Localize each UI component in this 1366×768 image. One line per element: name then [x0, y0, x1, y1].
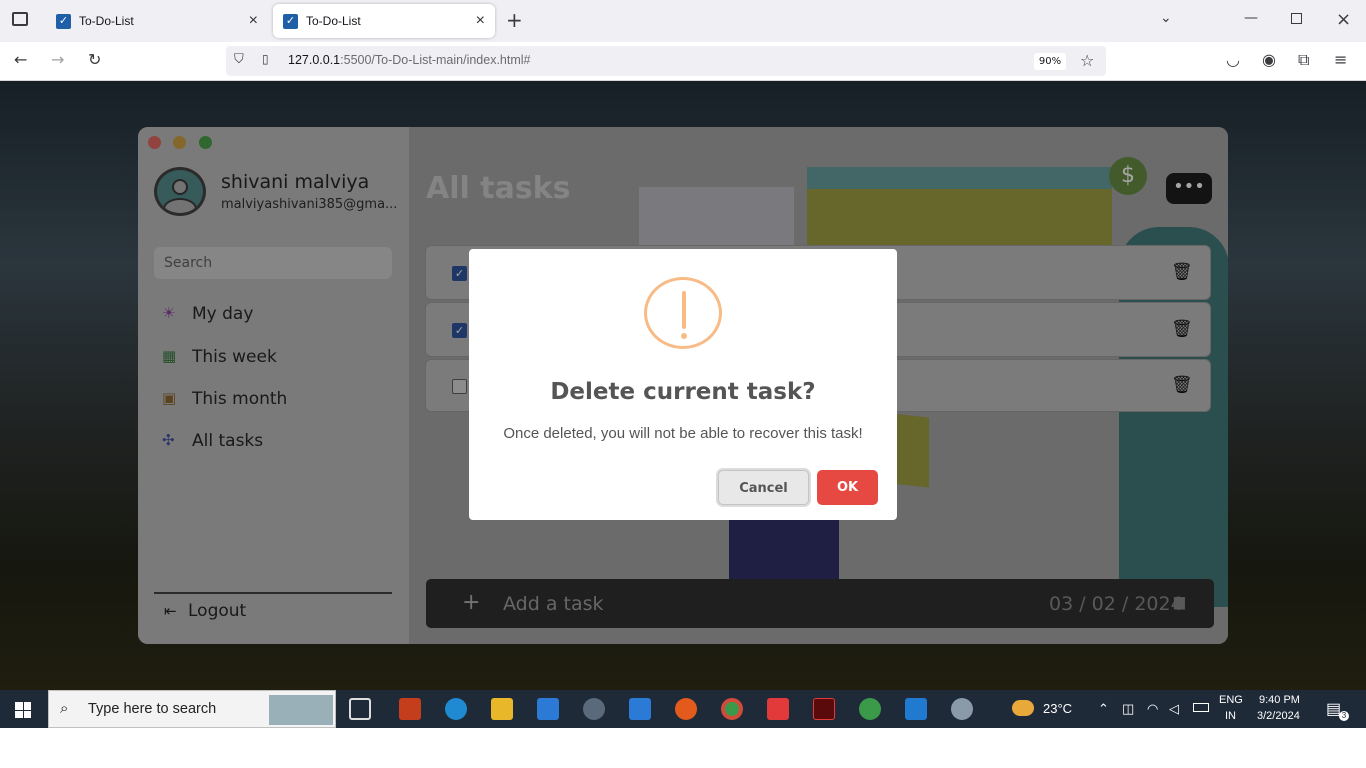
- close-window-icon[interactable]: ×: [1336, 9, 1351, 30]
- ok-button[interactable]: OK: [817, 470, 878, 505]
- new-tab-button[interactable]: +: [506, 8, 523, 32]
- meet-icon[interactable]: ◫: [1122, 701, 1134, 717]
- dialog-title: Delete current task?: [550, 379, 816, 405]
- battery-icon[interactable]: [1193, 703, 1209, 712]
- chrome-icon[interactable]: [721, 698, 743, 720]
- windows-taskbar: ⌕ Type here to search 23°C ⌃ ◫ ◠ ◁ ENG I…: [0, 690, 1366, 728]
- weather-temperature[interactable]: 23°C: [1043, 701, 1072, 716]
- file-explorer-icon[interactable]: [491, 698, 513, 720]
- address-bar[interactable]: ⛉ ▯ 127.0.0.1:5500/To-Do-List-main/index…: [226, 46, 1106, 76]
- reload-icon[interactable]: ↻: [88, 50, 101, 69]
- close-tab-icon[interactable]: ×: [476, 12, 485, 30]
- vscode-icon[interactable]: [905, 698, 927, 720]
- extensions-icon[interactable]: ⧉: [1298, 50, 1309, 70]
- dialog-text: Once deleted, you will not be able to re…: [503, 425, 863, 442]
- clock-time[interactable]: 9:40 PM: [1259, 694, 1300, 706]
- clock-date[interactable]: 3/2/2024: [1257, 710, 1300, 722]
- menu-hamburger-icon[interactable]: ≡: [1334, 50, 1347, 69]
- search-highlight-image: [269, 695, 333, 725]
- pocket-icon[interactable]: ◡: [1226, 50, 1240, 69]
- restore-icon[interactable]: [1291, 13, 1302, 24]
- cancel-button[interactable]: Cancel: [718, 470, 809, 505]
- paint-icon[interactable]: [951, 698, 973, 720]
- delete-confirm-dialog: Delete current task? Once deleted, you w…: [469, 249, 897, 520]
- camera-app-icon[interactable]: [583, 698, 605, 720]
- anydesk-icon[interactable]: [767, 698, 789, 720]
- warning-icon: [644, 277, 722, 349]
- bookmark-star-icon[interactable]: ☆: [1080, 51, 1094, 70]
- todo-favicon-icon: ✓: [283, 13, 298, 29]
- tab-title: To-Do-List: [79, 14, 134, 28]
- powerpoint-icon[interactable]: [399, 698, 421, 720]
- url-host: 127.0.0.1: [288, 53, 341, 67]
- weather-icon[interactable]: [1012, 700, 1034, 716]
- back-arrow-icon[interactable]: ←: [14, 50, 27, 69]
- page-icon: ▯: [262, 52, 269, 66]
- taskbar-search-placeholder: Type here to search: [88, 701, 217, 717]
- tab-overflow-chevron-icon[interactable]: ⌄: [1160, 10, 1172, 26]
- forward-arrow-icon[interactable]: →: [51, 50, 64, 69]
- language-region[interactable]: IN: [1225, 710, 1236, 722]
- firefox-icon[interactable]: [675, 698, 697, 720]
- tab-title: To-Do-List: [306, 14, 361, 28]
- chrome-profile-icon[interactable]: [859, 698, 881, 720]
- url-path: :5500/To-Do-List-main/index.html#: [340, 53, 531, 67]
- search-icon: ⌕: [60, 699, 69, 717]
- tab-list-icon[interactable]: [12, 12, 28, 26]
- url-text: 127.0.0.1:5500/To-Do-List-main/index.htm…: [288, 53, 531, 67]
- flash-icon[interactable]: [813, 698, 835, 720]
- browser-tab-bar: ✓ To-Do-List × ✓ To-Do-List × + ⌄ — ×: [0, 0, 1366, 42]
- browser-nav-bar: ← → ↻ ⛉ ▯ 127.0.0.1:5500/To-Do-List-main…: [0, 42, 1366, 81]
- taskbar-search-input[interactable]: ⌕ Type here to search: [48, 690, 336, 728]
- account-icon[interactable]: ◉: [1262, 50, 1276, 69]
- screen-bottom-area: [0, 728, 1366, 768]
- wifi-icon[interactable]: ◠: [1147, 701, 1158, 717]
- language-code[interactable]: ENG: [1219, 694, 1243, 706]
- windows-start-icon[interactable]: [15, 702, 31, 718]
- task-view-icon[interactable]: [349, 698, 371, 720]
- todo-favicon-icon: ✓: [56, 13, 71, 29]
- mail-icon[interactable]: [629, 698, 651, 720]
- shield-icon[interactable]: ⛉: [234, 52, 244, 67]
- zoom-level-badge[interactable]: 90%: [1034, 53, 1066, 70]
- store-icon[interactable]: [537, 698, 559, 720]
- close-tab-icon[interactable]: ×: [249, 12, 258, 30]
- volume-icon[interactable]: ◁: [1169, 701, 1179, 717]
- edge-icon[interactable]: [445, 698, 467, 720]
- browser-tab-active[interactable]: ✓ To-Do-List ×: [273, 4, 495, 38]
- minimize-icon[interactable]: —: [1244, 10, 1258, 26]
- browser-tab[interactable]: ✓ To-Do-List ×: [46, 4, 268, 38]
- tray-chevron-icon[interactable]: ⌃: [1098, 701, 1109, 717]
- notification-count-badge: 3: [1339, 711, 1349, 721]
